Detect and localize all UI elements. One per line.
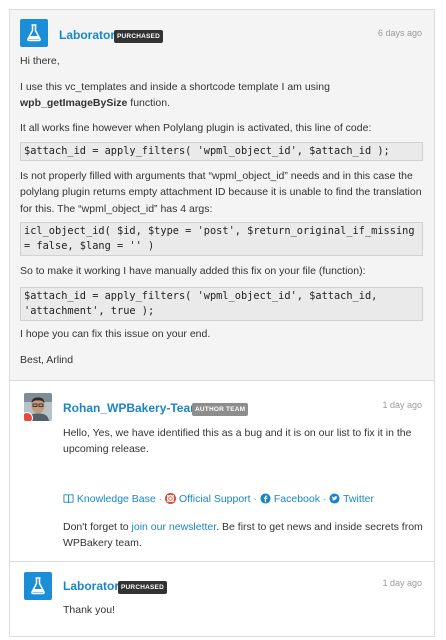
laborator-avatar[interactable]: [24, 572, 52, 600]
newsletter-link[interactable]: join our newsletter: [132, 521, 217, 533]
laborator-avatar[interactable]: [20, 19, 48, 47]
comment-paragraph: It all works fine however when Polylang …: [20, 122, 372, 134]
facebook-link[interactable]: Facebook: [274, 493, 320, 505]
official-support-link[interactable]: Official Support: [179, 493, 251, 505]
rohan-avatar[interactable]: [24, 393, 52, 421]
comment-time[interactable]: 1 day ago: [382, 577, 422, 591]
book-icon: [63, 494, 74, 504]
comment-thread: Laborator PURCHASED 6 days ago Hi there,…: [9, 9, 435, 637]
team-badge-icon: [24, 412, 33, 421]
twitter-link[interactable]: Twitter: [343, 493, 374, 505]
comment-paragraph: I hope you can fix this issue on your en…: [20, 328, 211, 340]
flask-icon: [31, 577, 45, 595]
author-team-badge: AUTHOR TEAM: [192, 403, 249, 416]
comment-greeting: Hi there,: [20, 55, 60, 67]
comment-paragraph: Thank you!: [63, 604, 115, 616]
purchased-badge: PURCHASED: [114, 30, 163, 43]
comment-signature: Best, Arlind: [20, 354, 74, 366]
twitter-icon: [329, 493, 340, 504]
code-block: $attach_id = apply_filters( 'wpml_object…: [20, 287, 423, 321]
comment-time[interactable]: 1 day ago: [382, 399, 422, 413]
facebook-icon: [260, 493, 271, 504]
lifebuoy-icon: [165, 493, 177, 504]
comment-paragraph: So to make it working I have manually ad…: [20, 265, 366, 277]
comment-author[interactable]: Rohan_WPBakery-Team: [63, 399, 201, 418]
comment-paragraph: Hello, Yes, we have identified this as a…: [63, 427, 412, 456]
code-block: $attach_id = apply_filters( 'wpml_object…: [20, 142, 423, 161]
knowledge-base-link[interactable]: Knowledge Base: [77, 493, 156, 505]
purchased-badge: PURCHASED: [118, 581, 167, 594]
flask-icon: [27, 24, 41, 42]
comment-author[interactable]: Laborator: [59, 26, 115, 45]
comment-time[interactable]: 6 days ago: [378, 27, 422, 41]
function-name: wpb_getImageBySize: [20, 97, 128, 110]
comment-author[interactable]: Laborator: [63, 577, 119, 596]
support-links: Knowledge Base · Official Support · Face…: [63, 491, 374, 507]
newsletter-paragraph: Don't forget to join our newsletter. Be …: [63, 521, 423, 550]
comment-paragraph: I use this vc_templates and inside a sho…: [20, 81, 330, 110]
comment-laborator-2: Laborator PURCHASED 1 day ago Thank you!: [10, 562, 434, 636]
code-block: icl_object_id( $id, $type = 'post', $ret…: [20, 222, 423, 256]
comment-paragraph: Is not properly filled with arguments th…: [20, 170, 422, 215]
comment-laborator-1: Laborator PURCHASED 6 days ago Hi there,…: [10, 10, 434, 381]
